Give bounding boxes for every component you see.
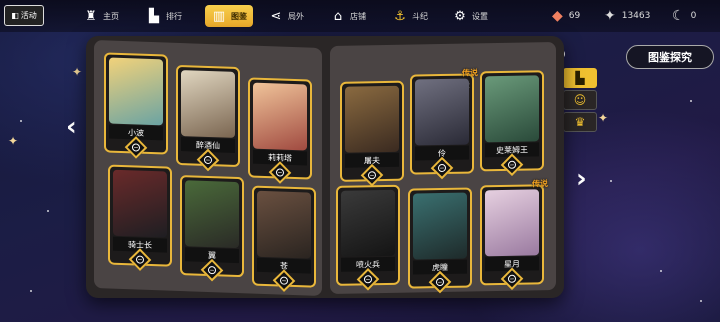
book-left-page: 小波 − 醉酒仙 − 莉莉塔 − 骑士长 − 翼 − 苍 −	[94, 40, 322, 296]
character-portrait	[185, 180, 239, 249]
top-nav-bar: ◧ 活动 ♜ 主页 ▙ 排行 ▥ 图鉴 ⋖ 局外 ⌂ 店铺 ⚓ 斗纪 ⚙ 设置 …	[0, 0, 720, 32]
legendary-tag: 传说	[462, 68, 478, 78]
nav-shop[interactable]: ⌂ 店铺	[330, 5, 366, 27]
nav-outside[interactable]: ⋖ 局外	[268, 5, 304, 27]
character-portrait	[415, 78, 469, 146]
event-button[interactable]: ◧ 活动	[4, 5, 44, 26]
character-card[interactable]: 虎瞳 −	[408, 187, 472, 294]
gear-icon: ⚙	[454, 8, 466, 24]
character-card[interactable]: 醉酒仙 −	[176, 64, 240, 172]
tab-faces[interactable]: ☺	[563, 90, 597, 110]
nav-settings[interactable]: ⚙ 设置	[452, 5, 488, 27]
currency-gems: ◆ 69	[552, 8, 581, 24]
crown-icon: ♛	[574, 115, 586, 129]
side-tabs: ▙ ☺ ♛	[563, 68, 597, 134]
sparkle-icon: ✦	[604, 8, 616, 24]
legendary-tag: 传说	[532, 179, 548, 189]
character-portrait	[257, 190, 311, 259]
codex-explore-button[interactable]: 图鉴探究	[626, 45, 714, 69]
character-portrait	[345, 85, 399, 153]
character-card[interactable]: 史莱姆王 −	[480, 70, 544, 177]
character-portrait	[485, 189, 539, 257]
character-portrait	[341, 189, 395, 257]
event-icon: ◧	[11, 11, 19, 20]
book-right-page: 屠夫 − 传说 52 伶 − 史莱姆王 − 喷火兵 − 虎瞳 − 传说	[330, 42, 556, 294]
character-card[interactable]: 骑士长 −	[108, 164, 172, 271]
share-icon: ⋖	[270, 8, 282, 24]
face-icon: ☺	[573, 93, 587, 107]
character-portrait	[181, 70, 235, 138]
character-card[interactable]: 屠夫 −	[340, 80, 404, 187]
nav-rank[interactable]: ▙ 排行	[146, 5, 182, 27]
anchor-icon: ⚓	[394, 8, 406, 24]
map-icon: ▥	[212, 8, 226, 24]
character-card[interactable]: 小波 −	[104, 52, 168, 159]
event-label: 活动	[20, 11, 37, 20]
nav-home[interactable]: ♜ 主页	[83, 5, 119, 27]
character-card[interactable]: 传说 52 伶 −	[410, 68, 478, 180]
character-portrait	[413, 192, 467, 260]
sparkle-decoration: ✦	[72, 65, 83, 79]
tab-crown[interactable]: ♛	[563, 112, 597, 132]
sparkle-decoration: ✦	[598, 111, 609, 125]
next-page-arrow[interactable]: ›	[576, 164, 587, 194]
character-portrait	[485, 75, 539, 143]
currency-sparkle: ✦ 13463	[604, 8, 651, 24]
shop-icon: ⌂	[333, 8, 343, 24]
castle-icon: ♜	[85, 8, 97, 24]
prev-page-arrow[interactable]: ‹	[66, 112, 77, 142]
character-card[interactable]: 翼 −	[180, 175, 244, 282]
podium-icon: ▙	[149, 8, 159, 24]
moon-icon: ☾	[672, 8, 685, 24]
currency-moon: ☾ 0	[672, 8, 697, 24]
nav-battle-log[interactable]: ⚓ 斗纪	[392, 5, 428, 27]
character-card[interactable]: 莉莉塔 −	[248, 77, 312, 184]
character-card[interactable]: 喷火兵 −	[336, 184, 400, 291]
codex-book: 小波 − 醉酒仙 − 莉莉塔 − 骑士长 − 翼 − 苍 − 屠夫 − 传说 伶…	[86, 36, 564, 298]
character-portrait	[109, 57, 163, 126]
character-card[interactable]: 传说 星月 −	[480, 179, 548, 291]
character-card[interactable]: 苍 −	[252, 185, 316, 292]
character-portrait	[113, 169, 167, 238]
gem-icon: ◆	[552, 8, 563, 24]
podium-icon: ▙	[575, 71, 585, 85]
sparkle-decoration: ✦	[8, 134, 19, 148]
tab-ranking[interactable]: ▙	[563, 68, 597, 88]
character-portrait	[253, 82, 307, 151]
nav-codex[interactable]: ▥ 图鉴	[205, 5, 253, 27]
